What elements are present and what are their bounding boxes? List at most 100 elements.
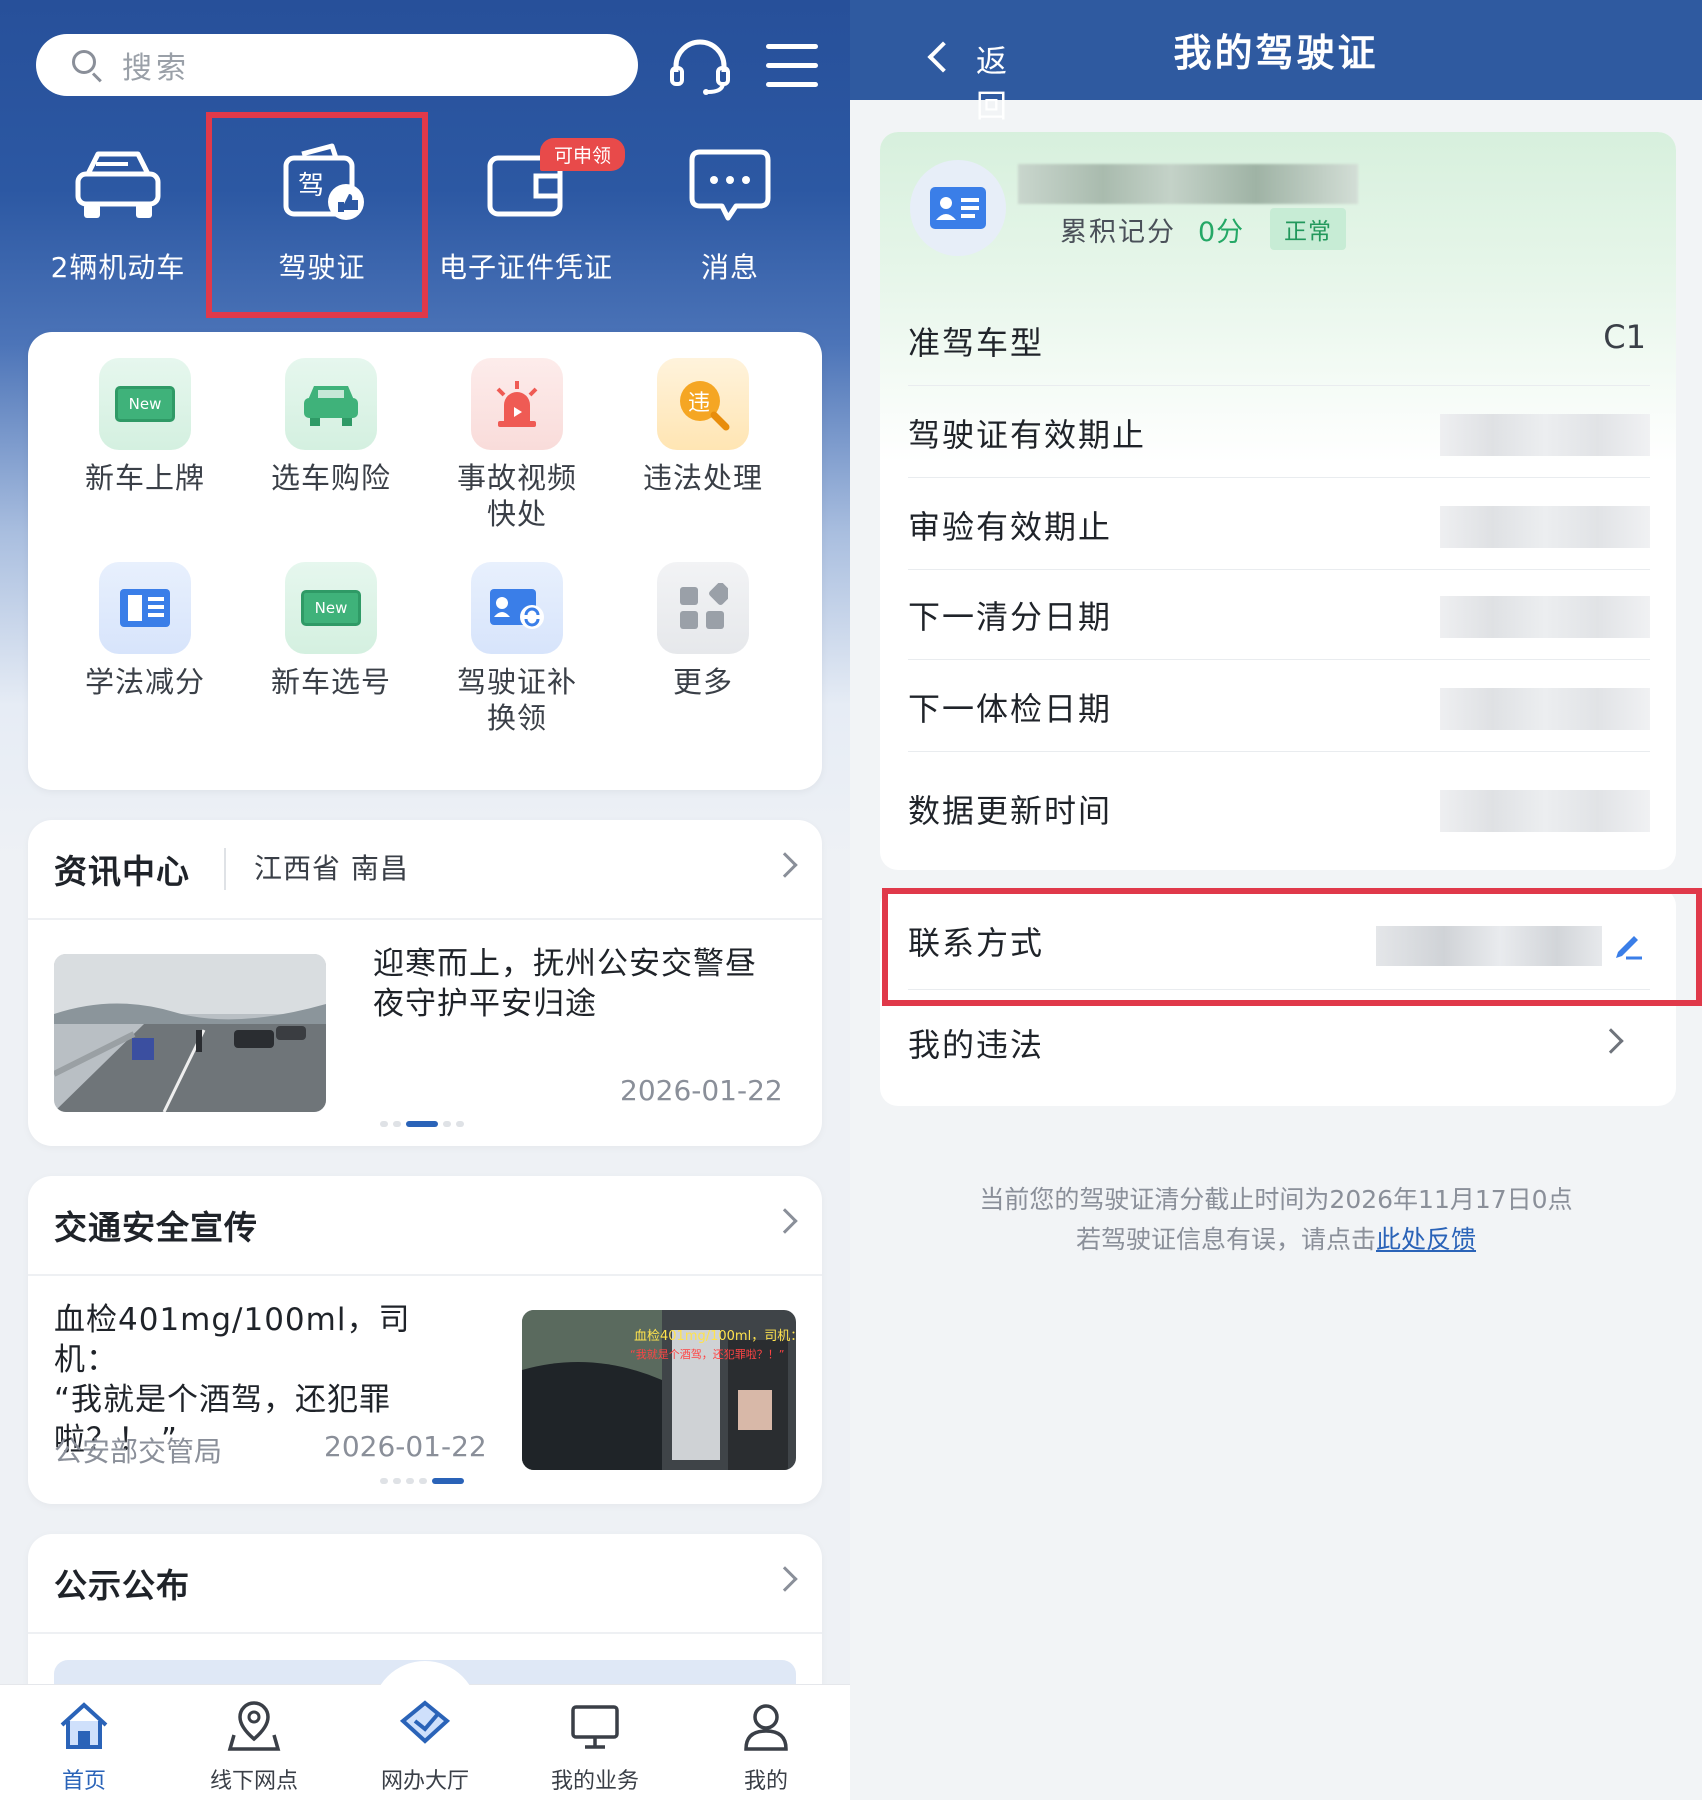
redacted-value (1440, 790, 1650, 832)
chevron-right-icon (1598, 1028, 1624, 1054)
tab-label: 网办大厅 (380, 1769, 469, 1794)
redacted-value (1440, 506, 1650, 548)
service-label: 更多 (672, 665, 733, 699)
svg-text:“我就是个酒驾，还犯罪啦？！”: “我就是个酒驾，还犯罪啦？！” (630, 1347, 784, 1361)
row-data-updated: 数据更新时间 (908, 764, 1650, 854)
license-renew-icon (471, 562, 563, 654)
news-title: 资讯中心 (54, 852, 190, 891)
safety-image[interactable]: 血检401mg/100ml，司机： “我就是个酒驾，还犯罪啦？！” (522, 1310, 796, 1470)
search-icon (70, 48, 104, 83)
tab-online-hall[interactable]: 网办大厅 (365, 1699, 485, 1795)
news-card: 资讯中心 江西省 南昌 迎寒而上，抚州公安交警昼 夜守护平安归途 2026-01-… (28, 820, 822, 1146)
tab-label: 我的业务 (550, 1769, 639, 1794)
info-notice: 当前您的驾驶证清分截止时间为2026年11月17日0点 若驾驶证信息有误，请点击… (850, 1180, 1702, 1260)
row-label: 我的违法 (908, 1026, 1045, 1064)
row-label: 审验有效期止 (908, 508, 1113, 546)
headset-icon[interactable] (668, 36, 732, 96)
service-car-insurance[interactable]: 选车购险 (238, 358, 424, 496)
tab-home[interactable]: 首页 (24, 1699, 144, 1795)
quick-label: 消息 (700, 251, 759, 284)
quick-vehicles[interactable]: 2辆机动车 (20, 140, 216, 300)
service-label: 违法处理 (642, 461, 763, 495)
highlight-box-contact (882, 888, 1702, 1006)
points-label: 累积记分 (1060, 217, 1176, 248)
feedback-link[interactable]: 此处反馈 (1376, 1225, 1476, 1254)
license-card: 累积记分 0分 正常 准驾车型 C1 驾驶证有效期止 审验有效期止 下一清分日期… (880, 132, 1676, 870)
svg-text:血检401mg/100ml，司机：: 血检401mg/100ml，司机： (634, 1329, 796, 1344)
quick-label: 电子证件凭证 (438, 251, 613, 284)
avatar (910, 160, 1006, 256)
svg-text:违: 违 (688, 391, 710, 416)
services-card: New 新车上牌 选车购险 事故视频 快处 违 违法处理 学法减分 New 新车… (28, 332, 822, 790)
safety-source: 公安部交管局 (54, 1435, 223, 1468)
car-icon (75, 151, 161, 218)
home-icon (60, 1702, 108, 1749)
news-image[interactable] (54, 954, 326, 1112)
monitor-icon (571, 1705, 619, 1749)
carousel-dots (380, 1478, 464, 1484)
row-my-violations[interactable]: 我的违法 (908, 992, 1650, 1092)
page-title: 我的驾驶证 (1173, 31, 1379, 75)
notice-line-2: 若驾驶证信息有误，请点击此处反馈 (1075, 1225, 1477, 1254)
redacted-value (1440, 688, 1650, 730)
tab-mine[interactable]: 我的 (706, 1699, 826, 1795)
news-region[interactable]: 江西省 南昌 (224, 848, 409, 890)
row-label: 下一体检日期 (908, 690, 1113, 728)
tab-offline-points[interactable]: 线下网点 (194, 1699, 314, 1795)
notice-title: 公示公布 (54, 1566, 190, 1605)
safety-header[interactable]: 交通安全宣传 (28, 1176, 822, 1276)
service-label: 新车上牌 (84, 461, 205, 495)
bottom-tab-bar: 首页 线下网点 网办大厅 我的业务 我的 (0, 1661, 850, 1800)
service-more[interactable]: 更多 (610, 562, 796, 700)
dui-photo: 血检401mg/100ml，司机： “我就是个酒驾，还犯罪啦？！” (522, 1310, 796, 1470)
chat-bubble-icon (689, 149, 771, 221)
news-headline[interactable]: 迎寒而上，抚州公安交警昼 夜守护平安归途 (373, 944, 757, 1024)
row-review-expiry: 审验有效期止 (908, 480, 1650, 570)
tab-label: 我的 (743, 1769, 788, 1794)
news-date: 2026-01-22 (620, 1074, 783, 1107)
row-license-expiry: 驾驶证有效期止 (908, 388, 1650, 478)
service-study-points[interactable]: 学法减分 (52, 562, 238, 700)
safety-title: 交通安全宣传 (54, 1208, 258, 1247)
service-new-number[interactable]: New 新车选号 (238, 562, 424, 700)
redacted-value (1440, 596, 1650, 638)
service-label: 新车选号 (270, 665, 391, 699)
apply-badge: 可申领 (540, 138, 626, 171)
top-nav-bar: 返回 我的驾驶证 (850, 0, 1702, 125)
row-next-clear-date: 下一清分日期 (908, 570, 1650, 660)
quick-messages[interactable]: 消息 (632, 140, 828, 300)
status-badge: 正常 (1270, 208, 1346, 250)
service-license-renew[interactable]: 驾驶证补 换领 (424, 562, 610, 736)
service-accident-video[interactable]: 事故视频 快处 (424, 358, 610, 532)
row-label: 下一清分日期 (908, 598, 1113, 636)
car-insurance-icon (285, 358, 377, 450)
book-icon (99, 562, 191, 654)
menu-icon[interactable] (762, 36, 826, 96)
notice-line-1: 当前您的驾驶证清分截止时间为2026年11月17日0点 (979, 1185, 1573, 1214)
service-label: 选车购险 (270, 461, 391, 495)
new-plate-icon: New (99, 358, 191, 450)
row-vehicle-class: 准驾车型 C1 (908, 296, 1650, 386)
safety-card: 交通安全宣传 血检401mg/100ml，司机： “我就是个酒驾，还犯罪 啦？！ ”… (28, 1176, 822, 1504)
search-bar[interactable]: 搜索 (36, 34, 638, 96)
highlight-box-driver-license (206, 112, 428, 318)
tab-my-business[interactable]: 我的业务 (535, 1699, 655, 1795)
service-new-plate[interactable]: New 新车上牌 (52, 358, 238, 496)
row-label: 驾驶证有效期止 (908, 416, 1147, 454)
carousel-dots (380, 1121, 464, 1127)
notice-header[interactable]: 公示公布 (28, 1534, 822, 1634)
points-value: 0分 (1198, 217, 1245, 248)
road-photo (54, 954, 326, 1112)
service-label: 学法减分 (84, 665, 205, 699)
service-label: 驾驶证补 换领 (456, 665, 577, 735)
service-label: 事故视频 快处 (456, 461, 577, 531)
safety-date: 2026-01-22 (324, 1430, 487, 1463)
apps-grid-icon (657, 562, 749, 654)
left-screen: 搜索 2辆机动车 驾 驾驶证 电子证件凭证 可申领 消息 New 新车上牌 选车… (0, 0, 850, 1800)
row-next-medical-date: 下一体检日期 (908, 662, 1650, 752)
service-violations[interactable]: 违 违法处理 (610, 358, 796, 496)
id-card-icon (930, 187, 986, 229)
row-value: C1 (1603, 318, 1646, 356)
row-label: 准驾车型 (908, 324, 1045, 362)
news-header[interactable]: 资讯中心 江西省 南昌 (28, 820, 822, 920)
